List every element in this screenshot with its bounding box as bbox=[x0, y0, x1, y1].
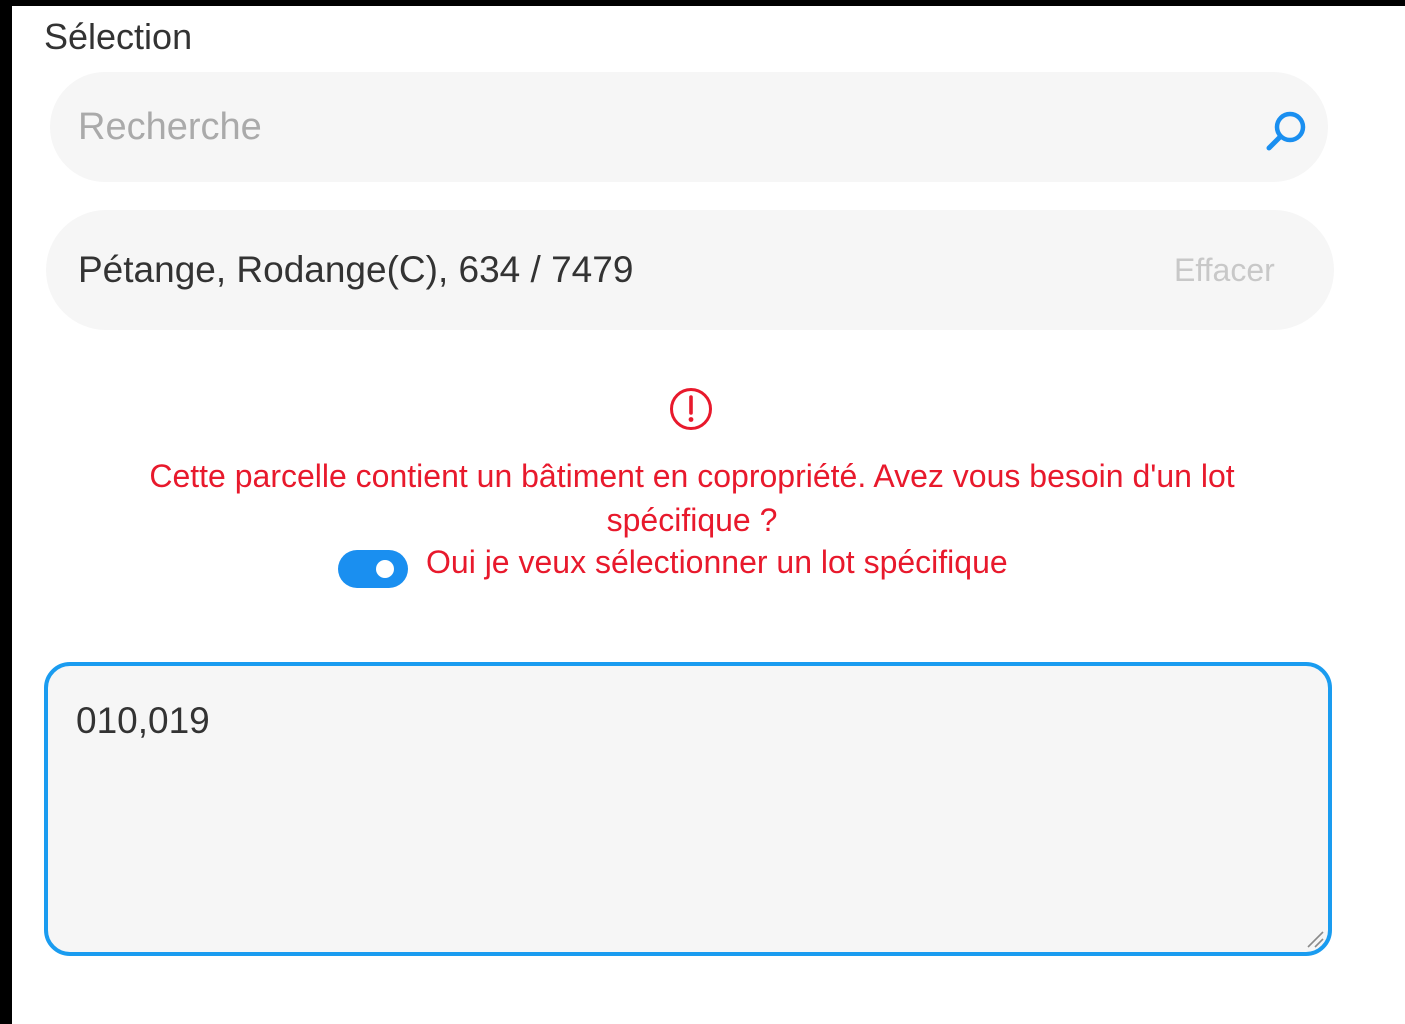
section-title: Sélection bbox=[44, 16, 193, 57]
resize-handle-icon[interactable] bbox=[1304, 928, 1324, 948]
clear-button[interactable]: Effacer bbox=[1174, 210, 1275, 330]
search-box bbox=[50, 72, 1328, 182]
selected-parcel-field: Pétange, Rodange(C), 634 / 7479 Effacer bbox=[46, 210, 1334, 330]
selected-parcel-value: Pétange, Rodange(C), 634 / 7479 bbox=[78, 249, 634, 290]
lot-numbers-textarea[interactable]: 010,019 bbox=[44, 662, 1332, 956]
toggle-knob bbox=[376, 560, 394, 578]
selection-panel: Sélection Pétange, Rodange(C), 634 / 747… bbox=[12, 6, 1405, 1024]
copropriete-warning-message: Cette parcelle contient un bâtiment en c… bbox=[149, 458, 1235, 538]
warning-circle-icon bbox=[670, 388, 712, 430]
search-icon[interactable] bbox=[1264, 108, 1310, 154]
search-input[interactable] bbox=[78, 72, 1218, 182]
specific-lot-toggle-label[interactable]: Oui je veux sélectionner un lot spécifiq… bbox=[426, 540, 1008, 584]
specific-lot-toggle[interactable] bbox=[338, 550, 408, 588]
